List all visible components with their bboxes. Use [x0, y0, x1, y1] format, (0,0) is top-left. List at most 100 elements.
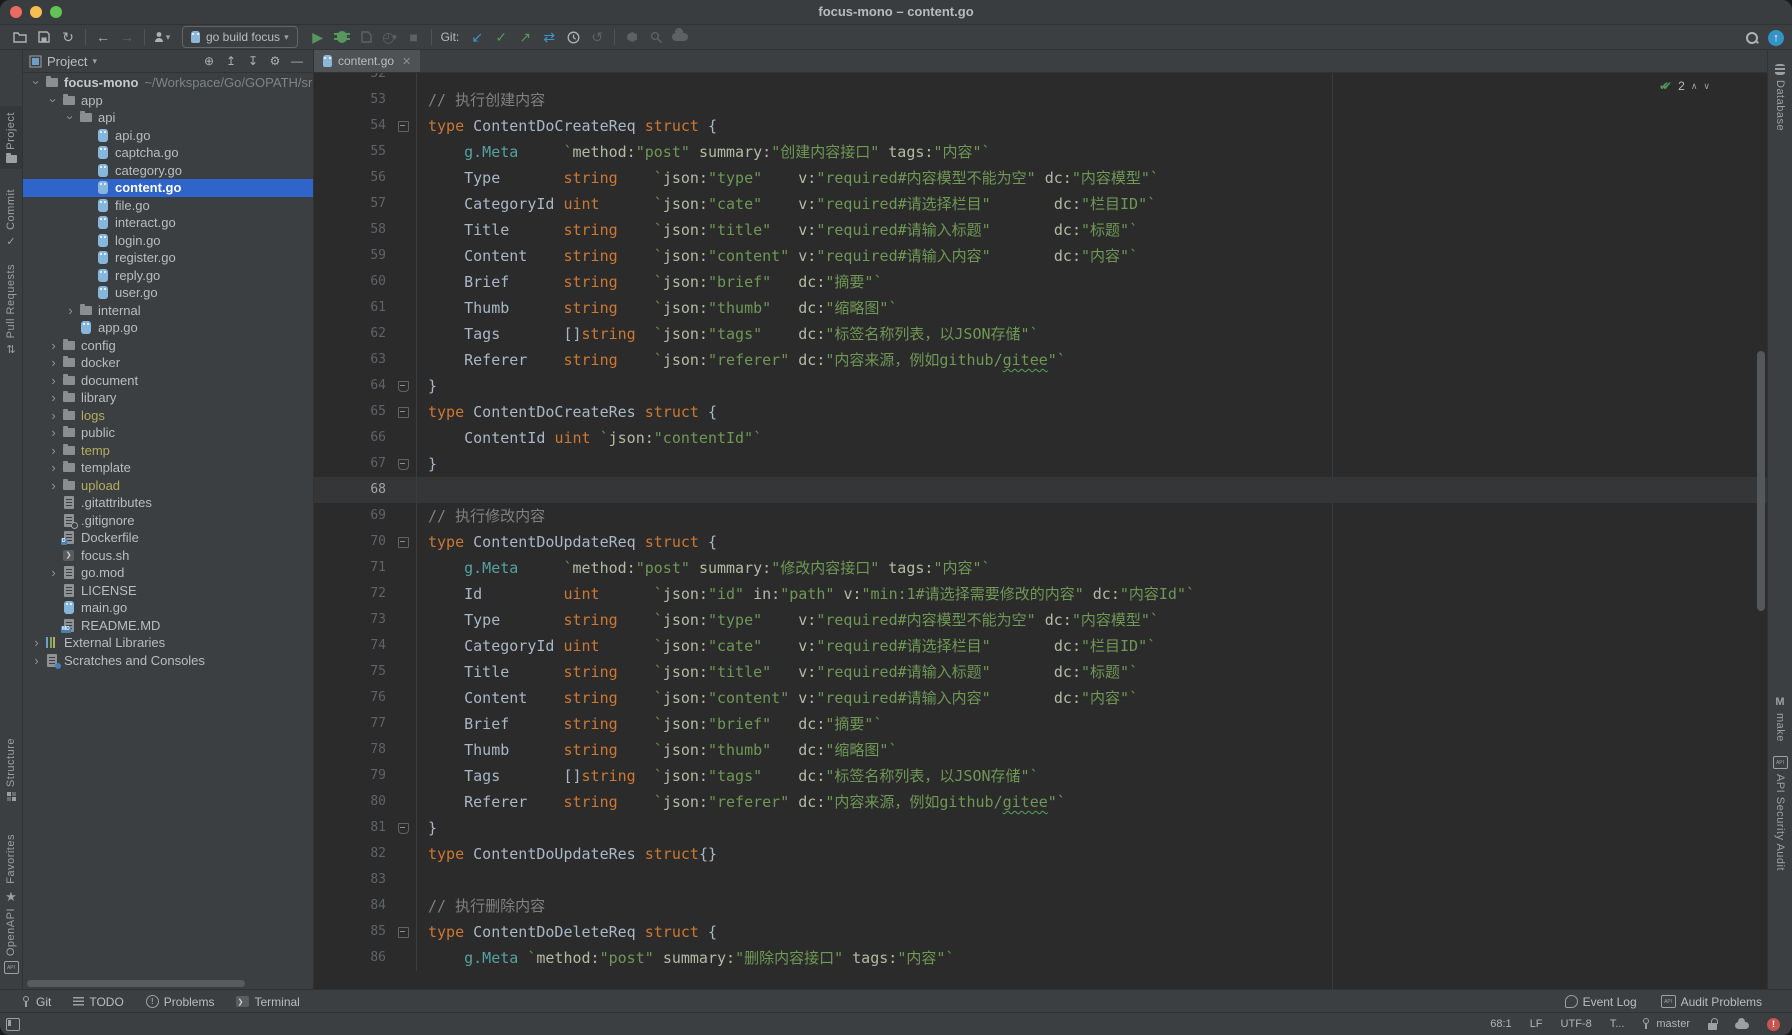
line-number[interactable]: 64: [314, 373, 390, 399]
tree-chevron-icon[interactable]: ›: [47, 93, 60, 108]
toggle-tool-windows-icon[interactable]: [6, 1018, 20, 1031]
line-number[interactable]: 54: [314, 113, 390, 139]
close-tab-icon[interactable]: ✕: [402, 55, 411, 68]
line-number[interactable]: 86: [314, 945, 390, 971]
tree-item-app[interactable]: ›app: [23, 92, 313, 110]
tool-window-git[interactable]: Git: [22, 995, 51, 1009]
code-line-71[interactable]: 71 g.Meta `method:"post" summary:"修改内容接口…: [314, 555, 1768, 581]
line-number[interactable]: 53: [314, 87, 390, 113]
code-line-55[interactable]: 55 g.Meta `method:"post" summary:"创建内容接口…: [314, 139, 1768, 165]
user-dropdown-icon[interactable]: ▾: [150, 27, 174, 47]
tree-item-focus.sh[interactable]: ❯focus.sh: [23, 547, 313, 565]
tree-chevron-icon[interactable]: ›: [46, 356, 61, 369]
tree-item-content.go[interactable]: content.go: [23, 179, 313, 197]
tree-chevron-icon[interactable]: ›: [29, 636, 44, 649]
tree-item-temp[interactable]: ›temp: [23, 442, 313, 460]
tree-item-login.go[interactable]: login.go: [23, 232, 313, 250]
stripe-button-make[interactable]: Mmake: [1768, 690, 1792, 748]
line-number[interactable]: 81: [314, 815, 390, 841]
line-number[interactable]: 59: [314, 243, 390, 269]
tool-window-audit-problems[interactable]: API Audit Problems: [1661, 995, 1762, 1009]
line-number[interactable]: 76: [314, 685, 390, 711]
line-number[interactable]: 73: [314, 607, 390, 633]
line-number[interactable]: 67: [314, 451, 390, 477]
tree-chevron-icon[interactable]: ›: [63, 304, 78, 317]
locate-file-icon[interactable]: ⊕: [199, 51, 219, 71]
tree-item-document[interactable]: ›document: [23, 372, 313, 390]
tree-chevron-icon[interactable]: ›: [46, 444, 61, 457]
line-number[interactable]: 63: [314, 347, 390, 373]
code-line-60[interactable]: 60 Brief string `json:"brief" dc:"摘要"`: [314, 269, 1768, 295]
line-number[interactable]: 68: [314, 477, 390, 503]
code-line-82[interactable]: 82type ContentDoUpdateRes struct{}: [314, 841, 1768, 867]
code-line-78[interactable]: 78 Thumb string `json:"thumb" dc:"缩略图"`: [314, 737, 1768, 763]
code-line-64[interactable]: 64}: [314, 373, 1768, 399]
tree-chevron-icon[interactable]: ›: [30, 75, 43, 90]
coverage-icon[interactable]: [354, 27, 378, 47]
stripe-button-project[interactable]: Project: [0, 106, 22, 169]
fold-marker-icon[interactable]: [390, 373, 416, 399]
tree-item-logs[interactable]: ›logs: [23, 407, 313, 425]
tool-window-terminal[interactable]: ❯ Terminal: [236, 995, 299, 1009]
tree-chevron-icon[interactable]: ›: [46, 479, 61, 492]
tree-item-interact.go[interactable]: interact.go: [23, 214, 313, 232]
hide-panel-icon[interactable]: —: [287, 51, 307, 71]
code-line-79[interactable]: 79 Tags []string `json:"tags" dc:"标签名称列表…: [314, 763, 1768, 789]
run-icon[interactable]: ▶: [306, 27, 330, 47]
git-update-icon[interactable]: ↙: [465, 27, 489, 47]
stripe-button-favorites[interactable]: Favorites★: [0, 828, 22, 911]
fold-marker-icon[interactable]: [390, 113, 416, 139]
code-line-81[interactable]: 81}: [314, 815, 1768, 841]
open-folder-icon[interactable]: [8, 27, 32, 47]
tree-item-reply.go[interactable]: reply.go: [23, 267, 313, 285]
tree-item-api.go[interactable]: api.go: [23, 127, 313, 145]
line-number[interactable]: 83: [314, 867, 390, 893]
line-number[interactable]: 52: [314, 73, 390, 87]
code-line-61[interactable]: 61 Thumb string `json:"thumb" dc:"缩略图"`: [314, 295, 1768, 321]
code-line-67[interactable]: 67}: [314, 451, 1768, 477]
tree-chevron-icon[interactable]: ›: [46, 426, 61, 439]
tree-item-scratches-and-consoles[interactable]: ›Scratches and Consoles: [23, 652, 313, 670]
file-lock-icon[interactable]: [1708, 1019, 1717, 1030]
code-line-73[interactable]: 73 Type string `json:"type" v:"required#…: [314, 607, 1768, 633]
stripe-button-commit[interactable]: Commit✓: [0, 183, 22, 254]
tree-chevron-icon[interactable]: ›: [46, 374, 61, 387]
code-line-53[interactable]: 53// 执行创建内容: [314, 87, 1768, 113]
line-number[interactable]: 85: [314, 919, 390, 945]
debug-icon[interactable]: [330, 27, 354, 47]
tree-item-user.go[interactable]: user.go: [23, 284, 313, 302]
git-commit-icon[interactable]: ✓: [489, 27, 513, 47]
save-icon[interactable]: [32, 27, 56, 47]
line-number[interactable]: 69: [314, 503, 390, 529]
project-horizontal-scrollbar[interactable]: [27, 980, 245, 987]
history-icon[interactable]: [561, 27, 585, 47]
line-number[interactable]: 78: [314, 737, 390, 763]
shelve-icon[interactable]: [620, 27, 644, 47]
code-line-54[interactable]: 54type ContentDoCreateReq struct {: [314, 113, 1768, 139]
status-truncated-item[interactable]: T...: [1610, 1018, 1625, 1030]
editor-vertical-scrollbar[interactable]: [1757, 351, 1765, 611]
line-number[interactable]: 84: [314, 893, 390, 919]
line-number[interactable]: 71: [314, 555, 390, 581]
tool-window-problems[interactable]: ! Problems: [146, 995, 215, 1009]
tab-content-go[interactable]: content.go ✕: [314, 50, 420, 72]
code-line-66[interactable]: 66 ContentId uint `json:"contentId"`: [314, 425, 1768, 451]
code-line-59[interactable]: 59 Content string `json:"content" v:"req…: [314, 243, 1768, 269]
line-number[interactable]: 60: [314, 269, 390, 295]
tree-item-go.mod[interactable]: ›go.mod: [23, 564, 313, 582]
code-line-68[interactable]: 68: [314, 477, 1768, 503]
code-line-85[interactable]: 85type ContentDoDeleteReq struct {: [314, 919, 1768, 945]
line-number[interactable]: 82: [314, 841, 390, 867]
back-icon[interactable]: ←: [91, 27, 115, 47]
stripe-button-structure[interactable]: Structure: [0, 732, 22, 807]
code-line-69[interactable]: 69// 执行修改内容: [314, 503, 1768, 529]
cloud-settings-icon[interactable]: [1735, 1019, 1749, 1029]
line-number[interactable]: 56: [314, 165, 390, 191]
line-number[interactable]: 70: [314, 529, 390, 555]
git-push-icon[interactable]: ↗: [513, 27, 537, 47]
tree-chevron-icon[interactable]: ›: [64, 110, 77, 125]
line-number[interactable]: 61: [314, 295, 390, 321]
stripe-button-api-security-audit[interactable]: APIAPI Security Audit: [1768, 750, 1792, 877]
forward-icon[interactable]: →: [115, 27, 139, 47]
git-branch-widget[interactable]: master: [1642, 1018, 1690, 1030]
